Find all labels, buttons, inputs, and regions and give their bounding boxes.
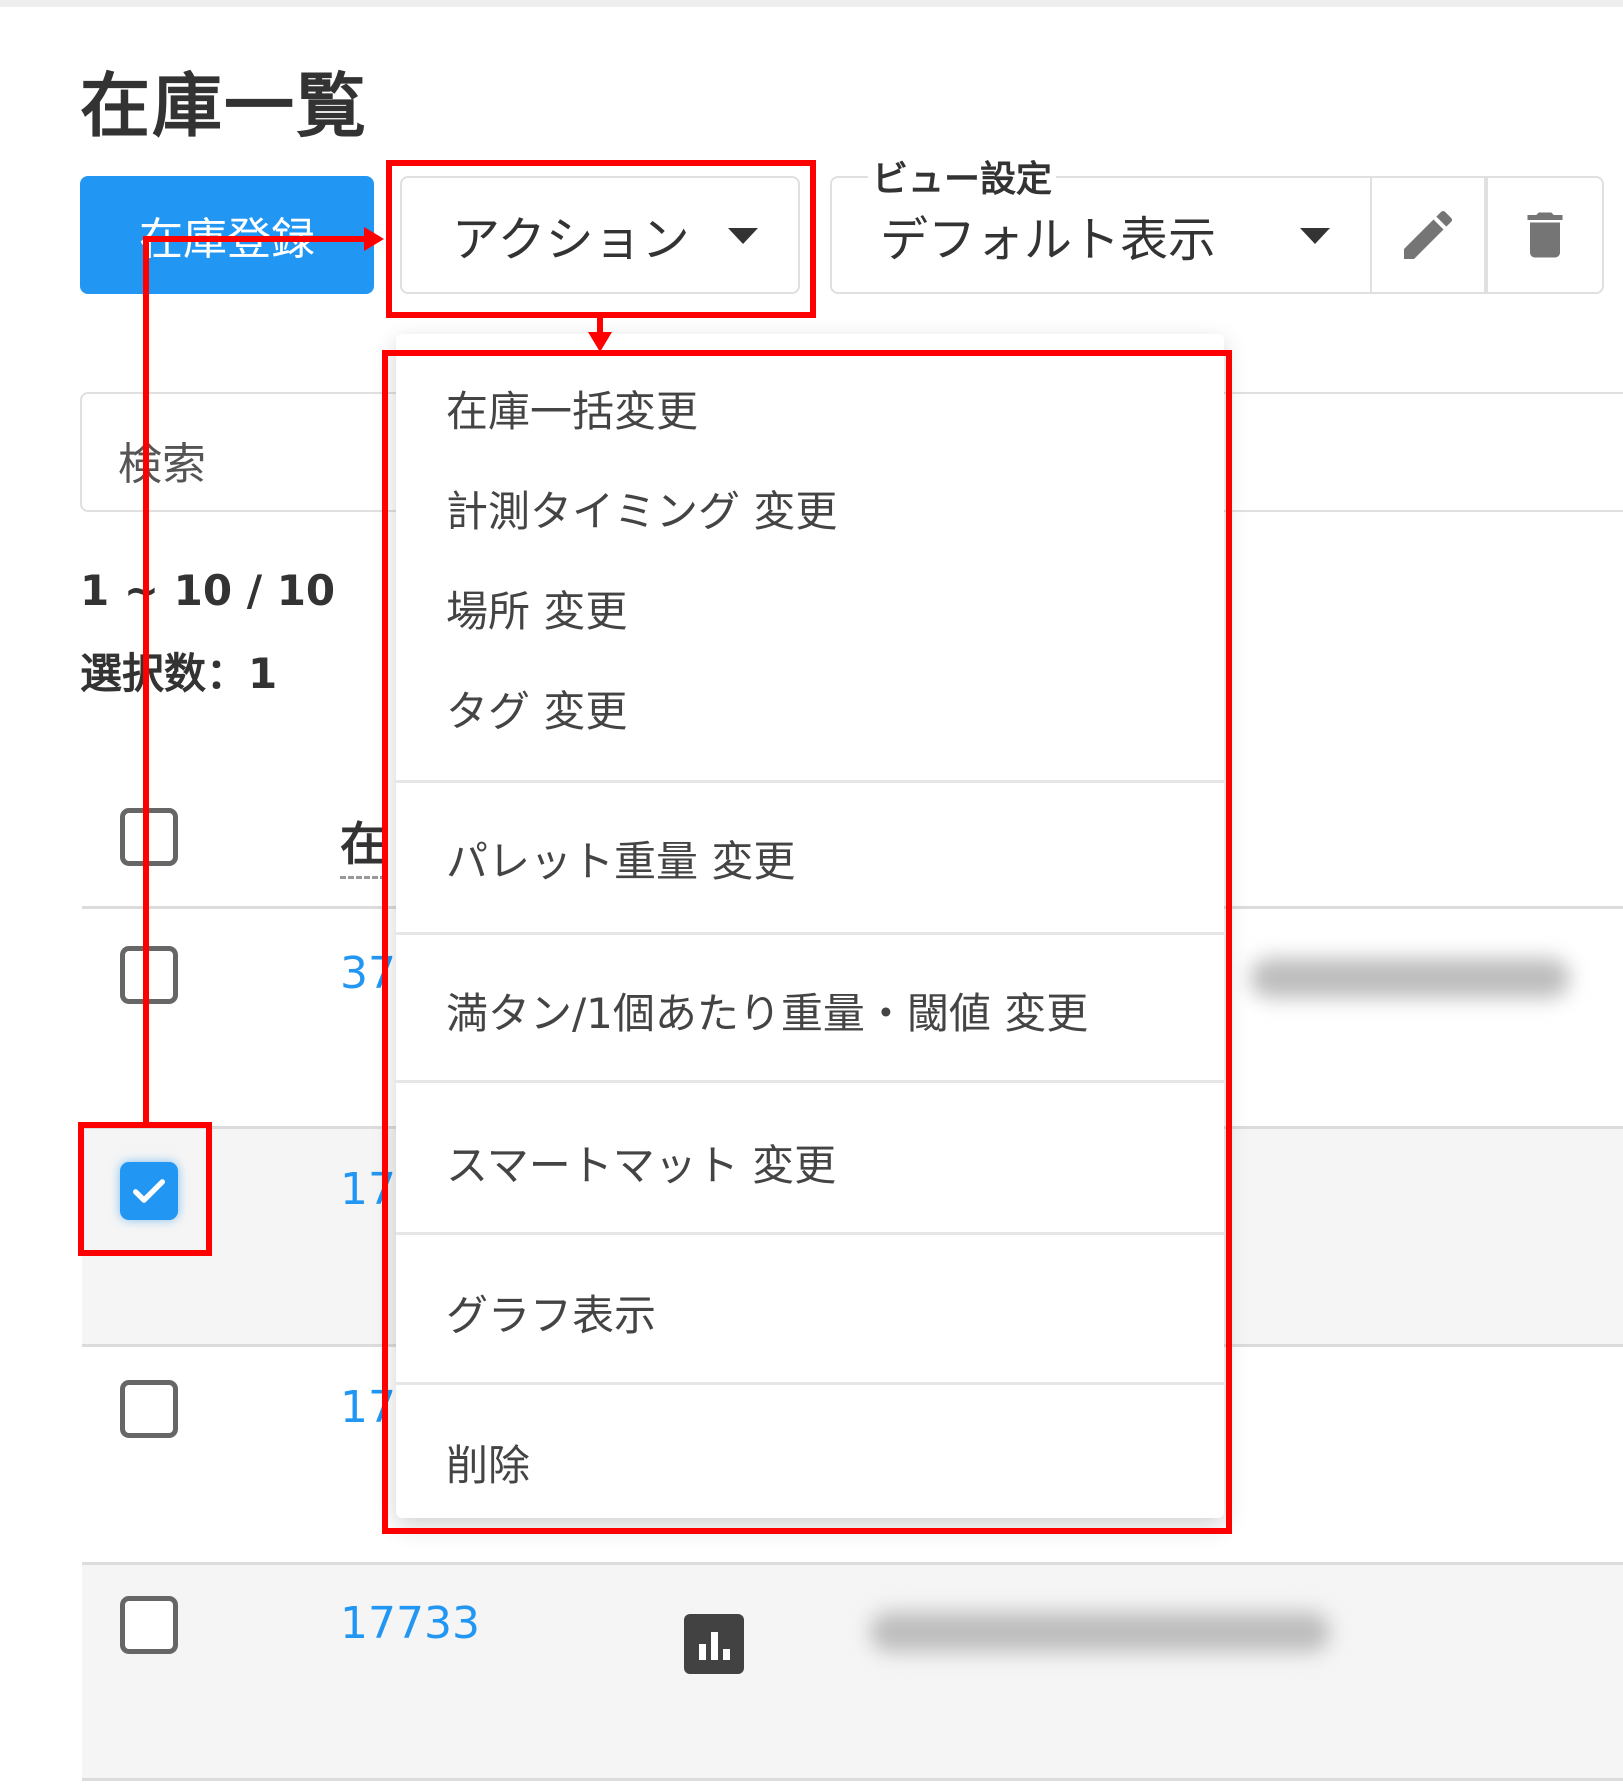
edit-view-button[interactable] xyxy=(1370,176,1486,294)
blurred-text xyxy=(870,1612,1330,1652)
search-placeholder: 検索 xyxy=(118,439,206,490)
top-bar xyxy=(0,0,1623,7)
annotation-arrow-right xyxy=(364,227,384,251)
row-checkbox[interactable] xyxy=(120,1596,178,1654)
pagination-range: 1 ~ 10 / 10 xyxy=(80,566,336,615)
delete-view-button[interactable] xyxy=(1486,176,1604,294)
view-settings-label: ビュー設定 xyxy=(868,150,1057,202)
action-button-highlight xyxy=(386,160,816,318)
row-background xyxy=(82,1565,1623,1780)
selected-count: 選択数：1 xyxy=(80,649,278,698)
annotation-arrow-down xyxy=(588,332,612,352)
trash-icon xyxy=(1527,212,1563,258)
column-header[interactable]: 在 xyxy=(340,808,386,879)
caret-down-icon xyxy=(1300,228,1330,244)
pencil-icon xyxy=(1404,210,1453,259)
row-checkbox[interactable] xyxy=(120,1380,178,1438)
dropdown-highlight xyxy=(382,350,1232,1534)
row-divider xyxy=(82,1778,1623,1781)
row-id-link[interactable]: 17733 xyxy=(340,1598,480,1649)
register-stock-button[interactable]: 在庫登録 xyxy=(80,176,374,294)
checkbox-highlight xyxy=(78,1122,212,1256)
view-select-value: デフォルト表示 xyxy=(880,212,1217,268)
select-all-checkbox[interactable] xyxy=(120,808,178,866)
bar-chart-icon[interactable] xyxy=(684,1614,744,1674)
annotation-line-horizontal xyxy=(143,236,366,242)
row-checkbox[interactable] xyxy=(120,946,178,1004)
annotation-line-down xyxy=(597,316,603,332)
page-title: 在庫一覧 xyxy=(80,65,368,147)
blurred-text xyxy=(1250,958,1570,998)
annotation-line-vertical xyxy=(143,238,149,1124)
